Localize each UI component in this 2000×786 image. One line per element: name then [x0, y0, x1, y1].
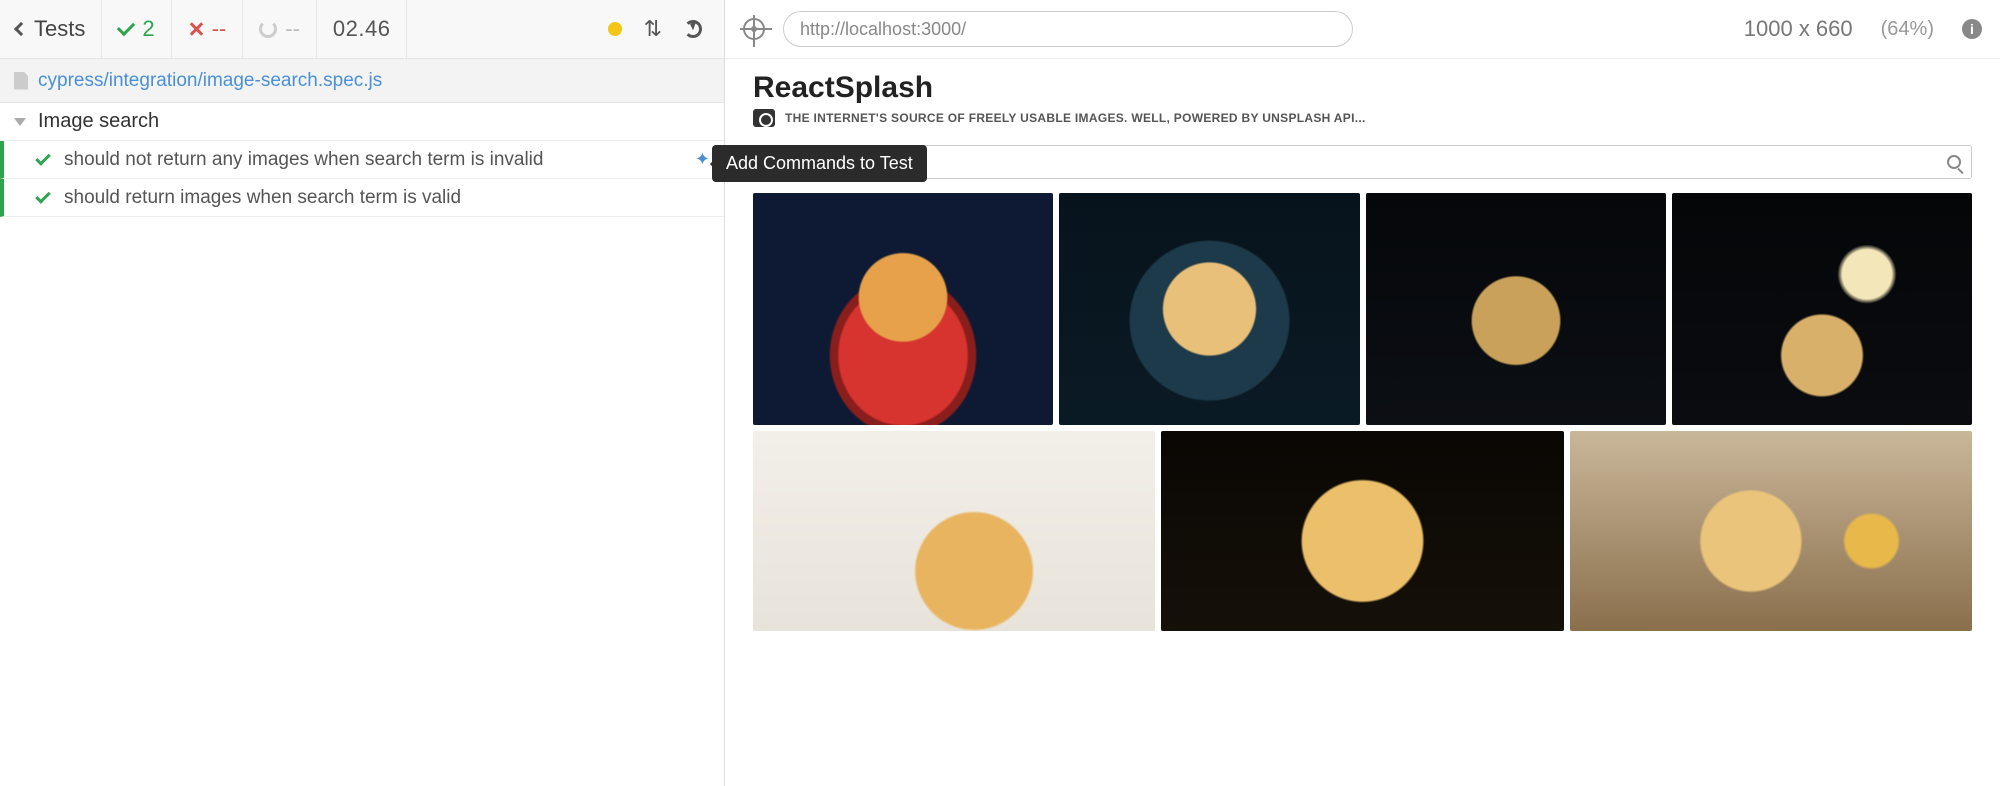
- gallery-image[interactable]: [1161, 431, 1563, 631]
- back-to-tests-button[interactable]: Tests: [0, 0, 102, 58]
- selector-playground-icon[interactable]: [743, 18, 765, 40]
- check-icon: [117, 18, 135, 36]
- back-label: Tests: [34, 16, 85, 42]
- failed-count[interactable]: --: [172, 0, 244, 58]
- passed-count[interactable]: 2: [102, 0, 171, 58]
- runner-actions: ⇅: [586, 0, 724, 58]
- test-title: should not return any images when search…: [64, 149, 543, 171]
- tooltip: Add Commands to Test: [712, 145, 927, 182]
- test-runner-panel: Tests 2 -- -- 02.46 ⇅ cypress/integratio…: [0, 0, 725, 786]
- pending-count[interactable]: --: [243, 0, 317, 58]
- search-input[interactable]: [764, 154, 1947, 170]
- spec-path-bar[interactable]: cypress/integration/image-search.spec.js: [0, 59, 724, 103]
- gallery-row: [753, 193, 1972, 425]
- viewport-size: 1000 x 660: [1744, 16, 1853, 42]
- gallery-row: [753, 431, 1972, 631]
- pending-value: --: [285, 16, 300, 42]
- info-icon[interactable]: i: [1962, 19, 1982, 39]
- header-spacer: [407, 0, 585, 58]
- gallery-image[interactable]: [753, 431, 1155, 631]
- suite-row[interactable]: Image search: [0, 103, 724, 141]
- app-preview-panel: http://localhost:3000/ 1000 x 660 (64%) …: [725, 0, 2000, 786]
- spec-path-text: cypress/integration/image-search.spec.js: [38, 70, 382, 92]
- app-title: ReactSplash: [753, 71, 1972, 105]
- search-icon[interactable]: [1947, 155, 1961, 169]
- duration-value: 02.46: [333, 16, 391, 42]
- check-icon: [35, 188, 51, 204]
- chevron-left-icon: [14, 22, 28, 36]
- app-tagline-row: THE INTERNET'S SOURCE OF FREELY USABLE I…: [753, 109, 1972, 127]
- test-row[interactable]: should return images when search term is…: [0, 179, 724, 217]
- search-field[interactable]: [753, 145, 1972, 179]
- test-title: should return images when search term is…: [64, 187, 461, 209]
- gallery-image[interactable]: [1570, 431, 1972, 631]
- gallery-image[interactable]: [1059, 193, 1359, 425]
- camera-icon: [753, 109, 775, 127]
- status-dot-icon[interactable]: [608, 22, 622, 36]
- url-text: http://localhost:3000/: [800, 19, 966, 40]
- suite-title: Image search: [38, 110, 159, 133]
- reload-icon[interactable]: [684, 20, 702, 38]
- failed-value: --: [212, 16, 227, 42]
- test-row[interactable]: should not return any images when search…: [0, 141, 724, 179]
- url-bar[interactable]: http://localhost:3000/: [783, 11, 1353, 47]
- file-icon: [14, 72, 28, 90]
- viewport-toggle-icon[interactable]: ⇅: [644, 18, 662, 40]
- gallery-image[interactable]: [1672, 193, 1972, 425]
- viewport-scale: (64%): [1881, 18, 1934, 41]
- tooltip-text: Add Commands to Test: [726, 153, 913, 173]
- gallery-image[interactable]: [753, 193, 1053, 425]
- passed-value: 2: [142, 16, 154, 42]
- caret-down-icon: [14, 118, 26, 126]
- gallery-image[interactable]: [1366, 193, 1666, 425]
- check-icon: [35, 150, 51, 166]
- spinner-icon: [259, 20, 277, 38]
- runner-header: Tests 2 -- -- 02.46 ⇅: [0, 0, 724, 59]
- preview-header: http://localhost:3000/ 1000 x 660 (64%) …: [725, 0, 2000, 59]
- duration: 02.46: [317, 0, 408, 58]
- app-tagline: THE INTERNET'S SOURCE OF FREELY USABLE I…: [785, 111, 1366, 125]
- x-icon: [188, 21, 204, 37]
- image-gallery: [753, 193, 1972, 631]
